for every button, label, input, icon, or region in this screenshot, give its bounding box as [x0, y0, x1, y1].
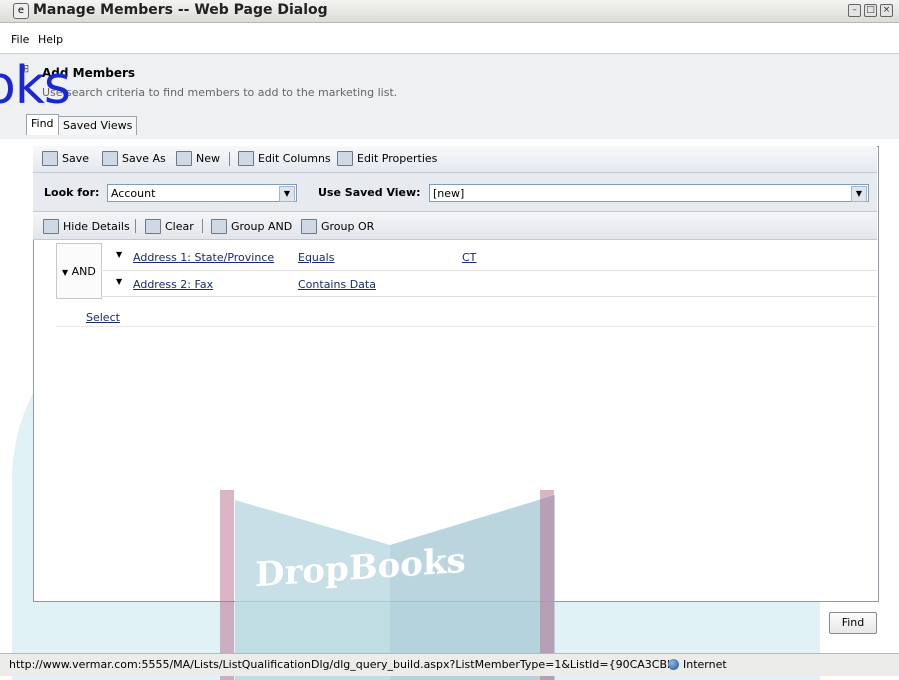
- window-title: Manage Members -- Web Page Dialog: [33, 2, 328, 18]
- group-or-label: Group OR: [321, 220, 375, 233]
- condition-row: [101, 270, 877, 295]
- group-or-button[interactable]: Group OR: [301, 219, 374, 234]
- save-button[interactable]: Save: [42, 151, 89, 166]
- minimize-icon[interactable]: –: [848, 4, 861, 17]
- saved-view-value: [new]: [433, 187, 465, 200]
- group-and-button[interactable]: Group AND: [211, 219, 292, 234]
- close-icon[interactable]: ×: [880, 4, 893, 17]
- tab-find[interactable]: Find: [26, 114, 59, 135]
- status-zone: Internet: [668, 658, 727, 671]
- condition-field[interactable]: Address 2: Fax: [133, 278, 213, 291]
- edit-columns-button[interactable]: Edit Columns: [238, 151, 331, 166]
- hide-details-label: Hide Details: [63, 220, 130, 233]
- save-label: Save: [62, 152, 90, 165]
- select-link[interactable]: Select: [86, 311, 120, 324]
- toolbar-separator: [202, 219, 203, 233]
- find-button[interactable]: Find: [829, 612, 877, 634]
- look-for-label: Look for:: [44, 186, 100, 199]
- save-as-button[interactable]: Save As: [102, 151, 166, 166]
- save-as-icon: [102, 151, 118, 166]
- saved-view-label: Use Saved View:: [318, 186, 421, 199]
- tab-saved-views[interactable]: Saved Views: [58, 116, 138, 135]
- globe-icon: [668, 659, 679, 670]
- condition-value[interactable]: CT: [462, 251, 476, 264]
- save-as-label: Save As: [122, 152, 166, 165]
- hide-details-button[interactable]: Hide Details: [43, 219, 130, 234]
- hide-details-icon: [43, 219, 59, 234]
- toolbar-separator: [229, 152, 230, 166]
- saved-view-select[interactable]: [new] ▼: [429, 184, 869, 202]
- triangle-down-icon[interactable]: ▼: [116, 277, 122, 286]
- chevron-down-icon[interactable]: ▼: [851, 186, 867, 202]
- edit-columns-label: Edit Columns: [258, 152, 331, 165]
- triangle-down-icon: ▼: [62, 268, 69, 277]
- look-for-select[interactable]: Account ▼: [107, 184, 297, 202]
- clear-button[interactable]: Clear: [145, 219, 194, 234]
- look-for-value: Account: [111, 187, 156, 200]
- row-divider: [56, 326, 877, 327]
- toolbar-separator: [135, 219, 136, 233]
- new-icon: [176, 151, 192, 166]
- new-label: New: [196, 152, 220, 165]
- zone-label: Internet: [683, 658, 727, 671]
- columns-icon: [238, 151, 254, 166]
- and-group-label[interactable]: ▼ AND: [62, 265, 96, 278]
- status-url: http://www.vermar.com:5555/MA/Lists/List…: [9, 658, 669, 671]
- edit-properties-label: Edit Properties: [357, 152, 438, 165]
- condition-operator[interactable]: Contains Data: [298, 278, 376, 291]
- new-button[interactable]: New: [176, 151, 220, 166]
- properties-icon: [337, 151, 353, 166]
- chevron-down-icon[interactable]: ▼: [279, 186, 295, 202]
- ie-page-icon: e: [13, 3, 29, 19]
- clear-label: Clear: [165, 220, 194, 233]
- save-icon: [42, 151, 58, 166]
- menu-bar: [0, 23, 899, 54]
- clear-icon: [145, 219, 161, 234]
- row-divider: [101, 296, 877, 297]
- edit-properties-button[interactable]: Edit Properties: [337, 151, 437, 166]
- triangle-down-icon[interactable]: ▼: [116, 250, 122, 259]
- group-and-icon: [211, 219, 227, 234]
- menu-help[interactable]: Help: [38, 33, 63, 46]
- condition-field[interactable]: Address 1: State/Province: [133, 251, 274, 264]
- group-or-icon: [301, 219, 317, 234]
- menu-file[interactable]: File: [11, 33, 29, 46]
- maximize-icon[interactable]: □: [864, 4, 877, 17]
- page-description: Use search criteria to find members to a…: [42, 86, 398, 99]
- watermark-logo: oks: [0, 56, 71, 116]
- and-operator: AND: [71, 265, 96, 278]
- group-and-label: Group AND: [231, 220, 293, 233]
- condition-operator[interactable]: Equals: [298, 251, 334, 264]
